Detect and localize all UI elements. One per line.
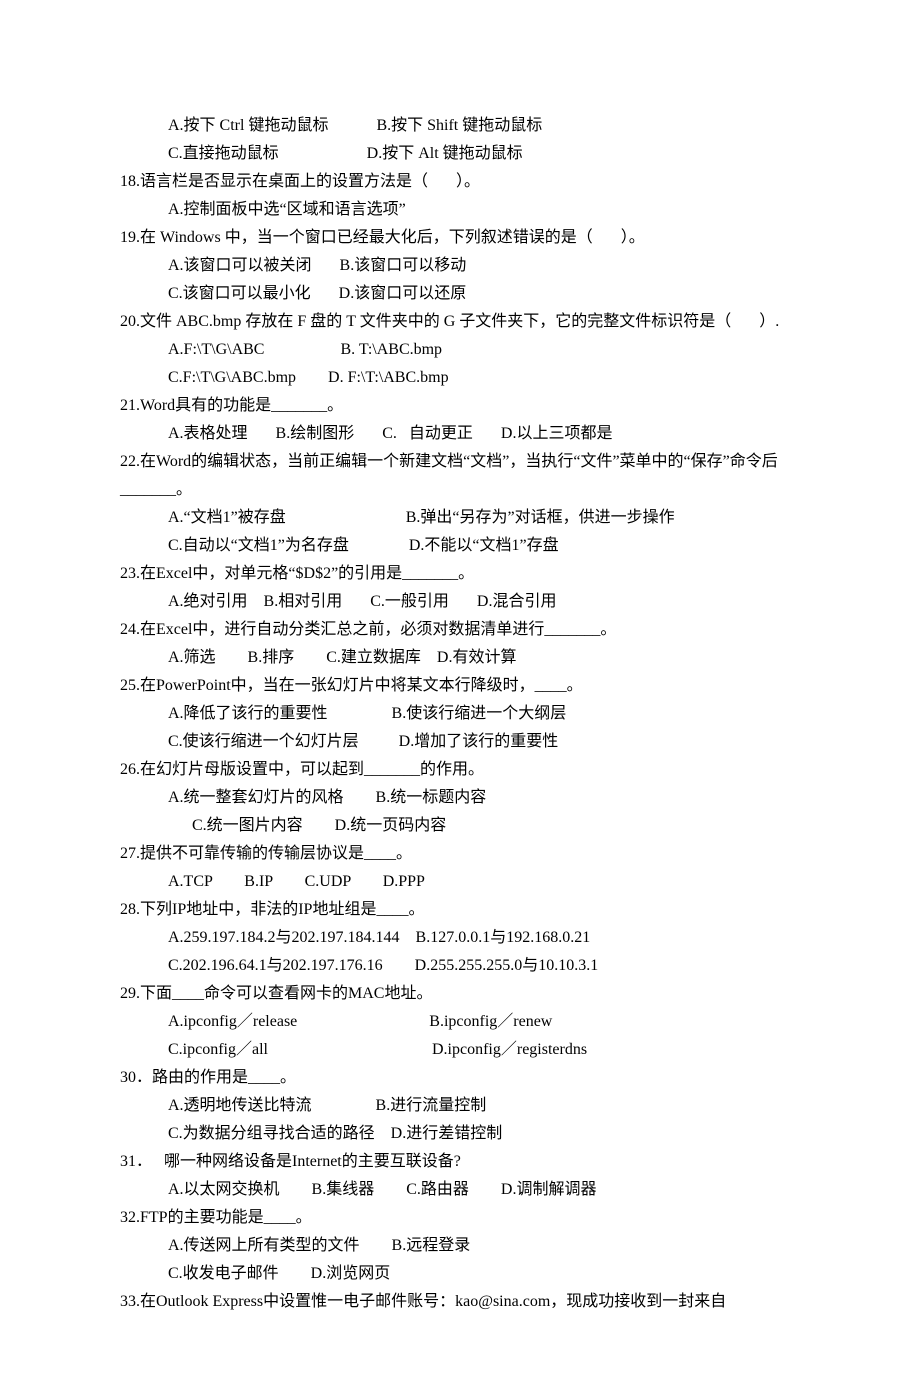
text-line: C.F:\T\G\ABC.bmp D. F:\T:\ABC.bmp <box>120 364 800 392</box>
text-line: 25.在PowerPoint中，当在一张幻灯片中将某文本行降级时，____。 <box>120 672 800 700</box>
text-line: 28.下列IP地址中，非法的IP地址组是____。 <box>120 896 800 924</box>
text-line: 21.Word具有的功能是_______。 <box>120 392 800 420</box>
text-line: 33.在Outlook Express中设置惟一电子邮件账号：kao@sina.… <box>120 1288 800 1316</box>
text-line: 29.下面____命令可以查看网卡的MAC地址。 <box>120 980 800 1008</box>
text-line: A.降低了该行的重要性 B.使该行缩进一个大纲层 <box>120 700 800 728</box>
text-line: A.筛选 B.排序 C.建立数据库 D.有效计算 <box>120 644 800 672</box>
text-line: A.表格处理 B.绘制图形 C. 自动更正 D.以上三项都是 <box>120 420 800 448</box>
text-line: C.202.196.64.1与202.197.176.16 D.255.255.… <box>120 952 800 980</box>
text-line: A.ipconfig／release B.ipconfig／renew <box>120 1008 800 1036</box>
text-line: A.控制面板中选“区域和语言选项” <box>120 196 800 224</box>
text-line: A.该窗口可以被关闭 B.该窗口可以移动 <box>120 252 800 280</box>
text-line: A.F:\T\G\ABC B. T:\ABC.bmp <box>120 336 800 364</box>
text-line: C.收发电子邮件 D.浏览网页 <box>120 1260 800 1288</box>
text-line: 30．路由的作用是____。 <box>120 1064 800 1092</box>
text-line: 27.提供不可靠传输的传输层协议是____。 <box>120 840 800 868</box>
text-line: 23.在Excel中，对单元格“$D$2”的引用是_______。 <box>120 560 800 588</box>
text-line: C.该窗口可以最小化 D.该窗口可以还原 <box>120 280 800 308</box>
text-line: C.直接拖动鼠标 D.按下 Alt 键拖动鼠标 <box>120 140 800 168</box>
document-page: A.按下 Ctrl 键拖动鼠标 B.按下 Shift 键拖动鼠标C.直接拖动鼠标… <box>0 0 920 1376</box>
text-line: A.按下 Ctrl 键拖动鼠标 B.按下 Shift 键拖动鼠标 <box>120 112 800 140</box>
text-line: C.自动以“文档1”为名存盘 D.不能以“文档1”存盘 <box>120 532 800 560</box>
text-line: A.259.197.184.2与202.197.184.144 B.127.0.… <box>120 924 800 952</box>
text-line: C.ipconfig／all D.ipconfig／registerdns <box>120 1036 800 1064</box>
text-line: C.使该行缩进一个幻灯片层 D.增加了该行的重要性 <box>120 728 800 756</box>
content-container: A.按下 Ctrl 键拖动鼠标 B.按下 Shift 键拖动鼠标C.直接拖动鼠标… <box>120 112 800 1316</box>
text-line: C.统一图片内容 D.统一页码内容 <box>120 812 800 840</box>
text-line: 32.FTP的主要功能是____。 <box>120 1204 800 1232</box>
text-line: 20.文件 ABC.bmp 存放在 F 盘的 T 文件夹中的 G 子文件夹下，它… <box>120 308 800 336</box>
text-line: A.传送网上所有类型的文件 B.远程登录 <box>120 1232 800 1260</box>
text-line: 22.在Word的编辑状态，当前正编辑一个新建文档“文档”，当执行“文件”菜单中… <box>120 448 800 504</box>
text-line: 31． 哪一种网络设备是Internet的主要互联设备? <box>120 1148 800 1176</box>
text-line: 24.在Excel中，进行自动分类汇总之前，必须对数据清单进行_______。 <box>120 616 800 644</box>
text-line: 19.在 Windows 中，当一个窗口已经最大化后，下列叙述错误的是（ ）。 <box>120 224 800 252</box>
text-line: A.以太网交换机 B.集线器 C.路由器 D.调制解调器 <box>120 1176 800 1204</box>
text-line: A.统一整套幻灯片的风格 B.统一标题内容 <box>120 784 800 812</box>
text-line: 18.语言栏是否显示在桌面上的设置方法是（ ）。 <box>120 168 800 196</box>
text-line: C.为数据分组寻找合适的路径 D.进行差错控制 <box>120 1120 800 1148</box>
text-line: A.TCP B.IP C.UDP D.PPP <box>120 868 800 896</box>
text-line: A.“文档1”被存盘 B.弹出“另存为”对话框，供进一步操作 <box>120 504 800 532</box>
text-line: A.绝对引用 B.相对引用 C.一般引用 D.混合引用 <box>120 588 800 616</box>
text-line: 26.在幻灯片母版设置中，可以起到_______的作用。 <box>120 756 800 784</box>
text-line: A.透明地传送比特流 B.进行流量控制 <box>120 1092 800 1120</box>
